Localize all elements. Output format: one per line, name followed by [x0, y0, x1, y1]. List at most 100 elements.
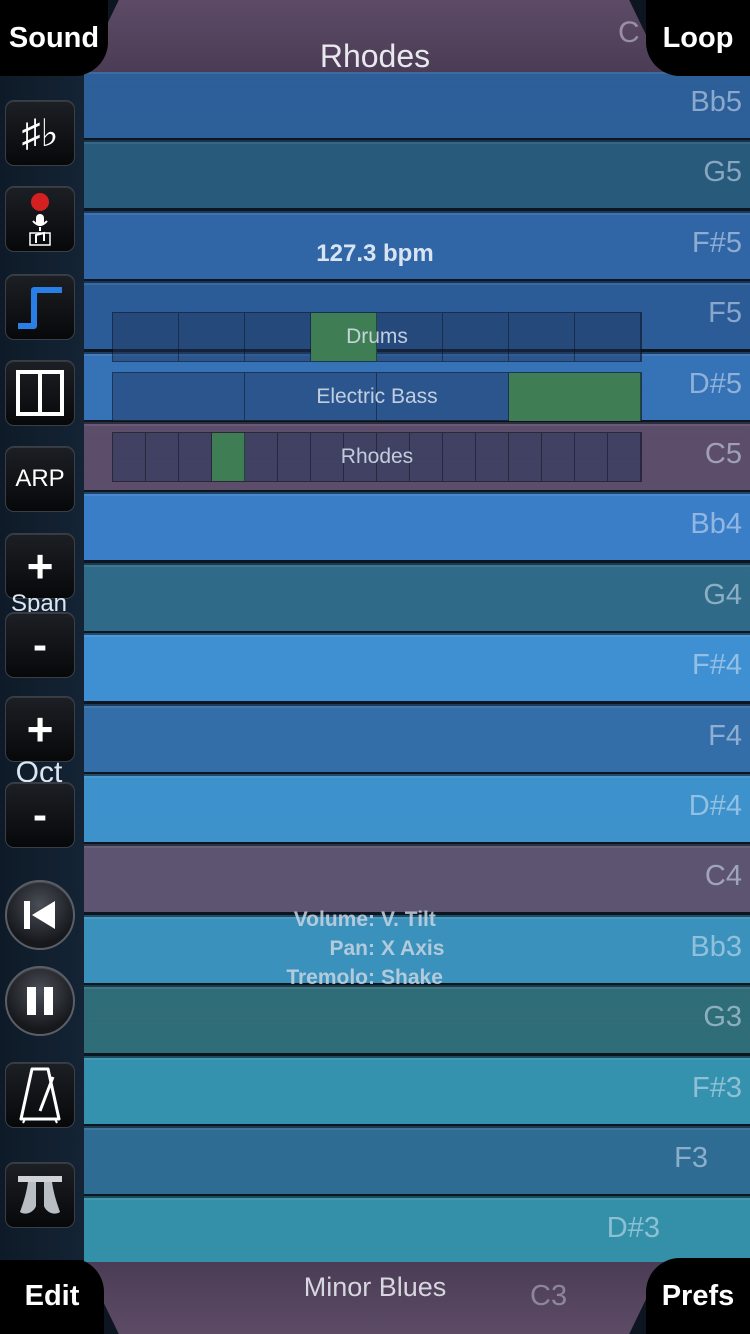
track-step[interactable] [509, 313, 575, 361]
track-step[interactable] [113, 433, 146, 481]
skip-back-icon [24, 901, 55, 929]
note-label: C5 [704, 438, 742, 470]
note-label: G4 [703, 578, 742, 611]
track-step[interactable] [278, 433, 311, 481]
ghost-note-bottom: C3 [530, 1280, 568, 1312]
tremolo-mapping: Tremolo: Shake [260, 963, 460, 992]
track-step[interactable] [509, 373, 641, 421]
tremolo-key: Tremolo: [286, 966, 375, 989]
volume-key: Volume: [293, 908, 375, 931]
metronome-button[interactable] [5, 1062, 75, 1128]
plus-icon: + [26, 703, 54, 755]
note-label: F5 [708, 297, 742, 330]
tempo-readout[interactable]: 127.3 bpm [0, 240, 750, 268]
track-step[interactable] [179, 433, 212, 481]
note-row[interactable]: G4 [84, 562, 750, 631]
note-row[interactable]: G3 [84, 985, 750, 1054]
pan-key: Pan: [329, 937, 375, 960]
track-electric-bass[interactable]: Electric Bass [112, 372, 642, 422]
track-step[interactable] [575, 313, 641, 361]
track-step[interactable] [542, 433, 575, 481]
split-view-button[interactable] [5, 360, 75, 426]
note-label: D#3 [606, 1212, 660, 1245]
track-step[interactable] [179, 313, 245, 361]
note-row[interactable]: F#3 [84, 1055, 750, 1124]
track-step[interactable] [377, 313, 443, 361]
note-label: Bb5 [690, 86, 742, 118]
instrument-name[interactable]: Rhodes [0, 38, 750, 75]
step-curve-icon [18, 287, 62, 329]
pause-button[interactable] [5, 966, 75, 1036]
split-view-icon [16, 370, 64, 416]
note-row[interactable]: F#4 [84, 633, 750, 702]
note-label: Bb4 [690, 508, 742, 541]
sustain-pedal-button[interactable] [5, 1162, 75, 1228]
track-drums[interactable]: Drums [112, 312, 642, 362]
scale-name[interactable]: Minor Blues [0, 1272, 750, 1303]
track-step[interactable] [410, 433, 443, 481]
note-label: G3 [703, 1001, 742, 1034]
tremolo-value: Shake [381, 966, 443, 989]
tilt-mapping-info: Volume: V. Tilt Pan: X Axis Tremolo: Sha… [260, 905, 460, 992]
minus-icon: - [33, 791, 47, 838]
pan-value: X Axis [381, 937, 445, 960]
track-step[interactable] [377, 433, 410, 481]
note-label: D#5 [688, 367, 742, 400]
track-step[interactable] [212, 433, 245, 481]
track-step[interactable] [311, 313, 377, 361]
note-row[interactable]: D#4 [84, 774, 750, 842]
track-step[interactable] [113, 373, 245, 421]
track-rhodes[interactable]: Rhodes [112, 432, 642, 482]
note-label: F4 [708, 719, 742, 752]
edit-button[interactable]: Edit [0, 1258, 104, 1334]
rewind-button[interactable] [5, 880, 75, 950]
note-label: Bb3 [690, 930, 742, 963]
octave-increase-button[interactable]: + [5, 696, 75, 762]
note-label: C4 [704, 860, 742, 893]
note-label: F#3 [692, 1071, 742, 1104]
sharp-flat-icon: ♯♭ [21, 112, 59, 155]
plus-icon: + [26, 540, 54, 592]
metronome-icon [19, 1067, 61, 1124]
track-step[interactable] [509, 433, 542, 481]
octave-decrease-button[interactable]: - [5, 782, 75, 848]
loop-button[interactable]: Loop [646, 0, 750, 76]
pan-mapping: Pan: X Axis [260, 934, 460, 963]
track-step[interactable] [245, 313, 311, 361]
sound-button[interactable]: Sound [0, 0, 108, 76]
note-row[interactable]: D#3 [84, 1196, 750, 1265]
note-row[interactable]: Bb4 [84, 492, 750, 561]
track-step[interactable] [443, 313, 509, 361]
span-decrease-button[interactable]: - [5, 612, 75, 678]
minus-icon: - [33, 621, 47, 668]
track-step[interactable] [377, 373, 509, 421]
arp-button[interactable]: ARP [5, 446, 75, 512]
track-step[interactable] [146, 433, 179, 481]
note-label: G5 [703, 156, 742, 189]
note-row[interactable]: C4 [84, 844, 750, 913]
track-step[interactable] [245, 433, 278, 481]
glide-mode-button[interactable] [5, 274, 75, 340]
track-step[interactable] [443, 433, 476, 481]
track-step[interactable] [344, 433, 377, 481]
note-label: D#4 [688, 790, 742, 822]
volume-mapping: Volume: V. Tilt [260, 905, 460, 934]
prefs-button[interactable]: Prefs [646, 1258, 750, 1334]
track-step[interactable] [245, 373, 377, 421]
pause-icon [27, 987, 53, 1015]
note-row[interactable]: F3 [84, 1126, 750, 1194]
note-label: F3 [674, 1142, 708, 1174]
track-step[interactable] [311, 433, 344, 481]
note-row[interactable]: Bb5 [84, 70, 750, 138]
note-row[interactable]: G5 [84, 140, 750, 209]
keyboard-app: Bb5 G5 F#5 F5 D#5 C5 Bb4 G4 F#4 F4 D#4 C4 Bb3 G3 F#3 F3… [0, 0, 750, 1334]
note-row[interactable]: F4 [84, 703, 750, 772]
sharp-flat-button[interactable]: ♯♭ [5, 100, 75, 166]
track-step[interactable] [476, 433, 509, 481]
track-step[interactable] [113, 313, 179, 361]
track-step[interactable] [575, 433, 608, 481]
track-step[interactable] [608, 433, 641, 481]
pedal-icon [18, 1176, 62, 1214]
volume-value: V. Tilt [381, 908, 436, 931]
note-label: F#4 [692, 649, 742, 682]
